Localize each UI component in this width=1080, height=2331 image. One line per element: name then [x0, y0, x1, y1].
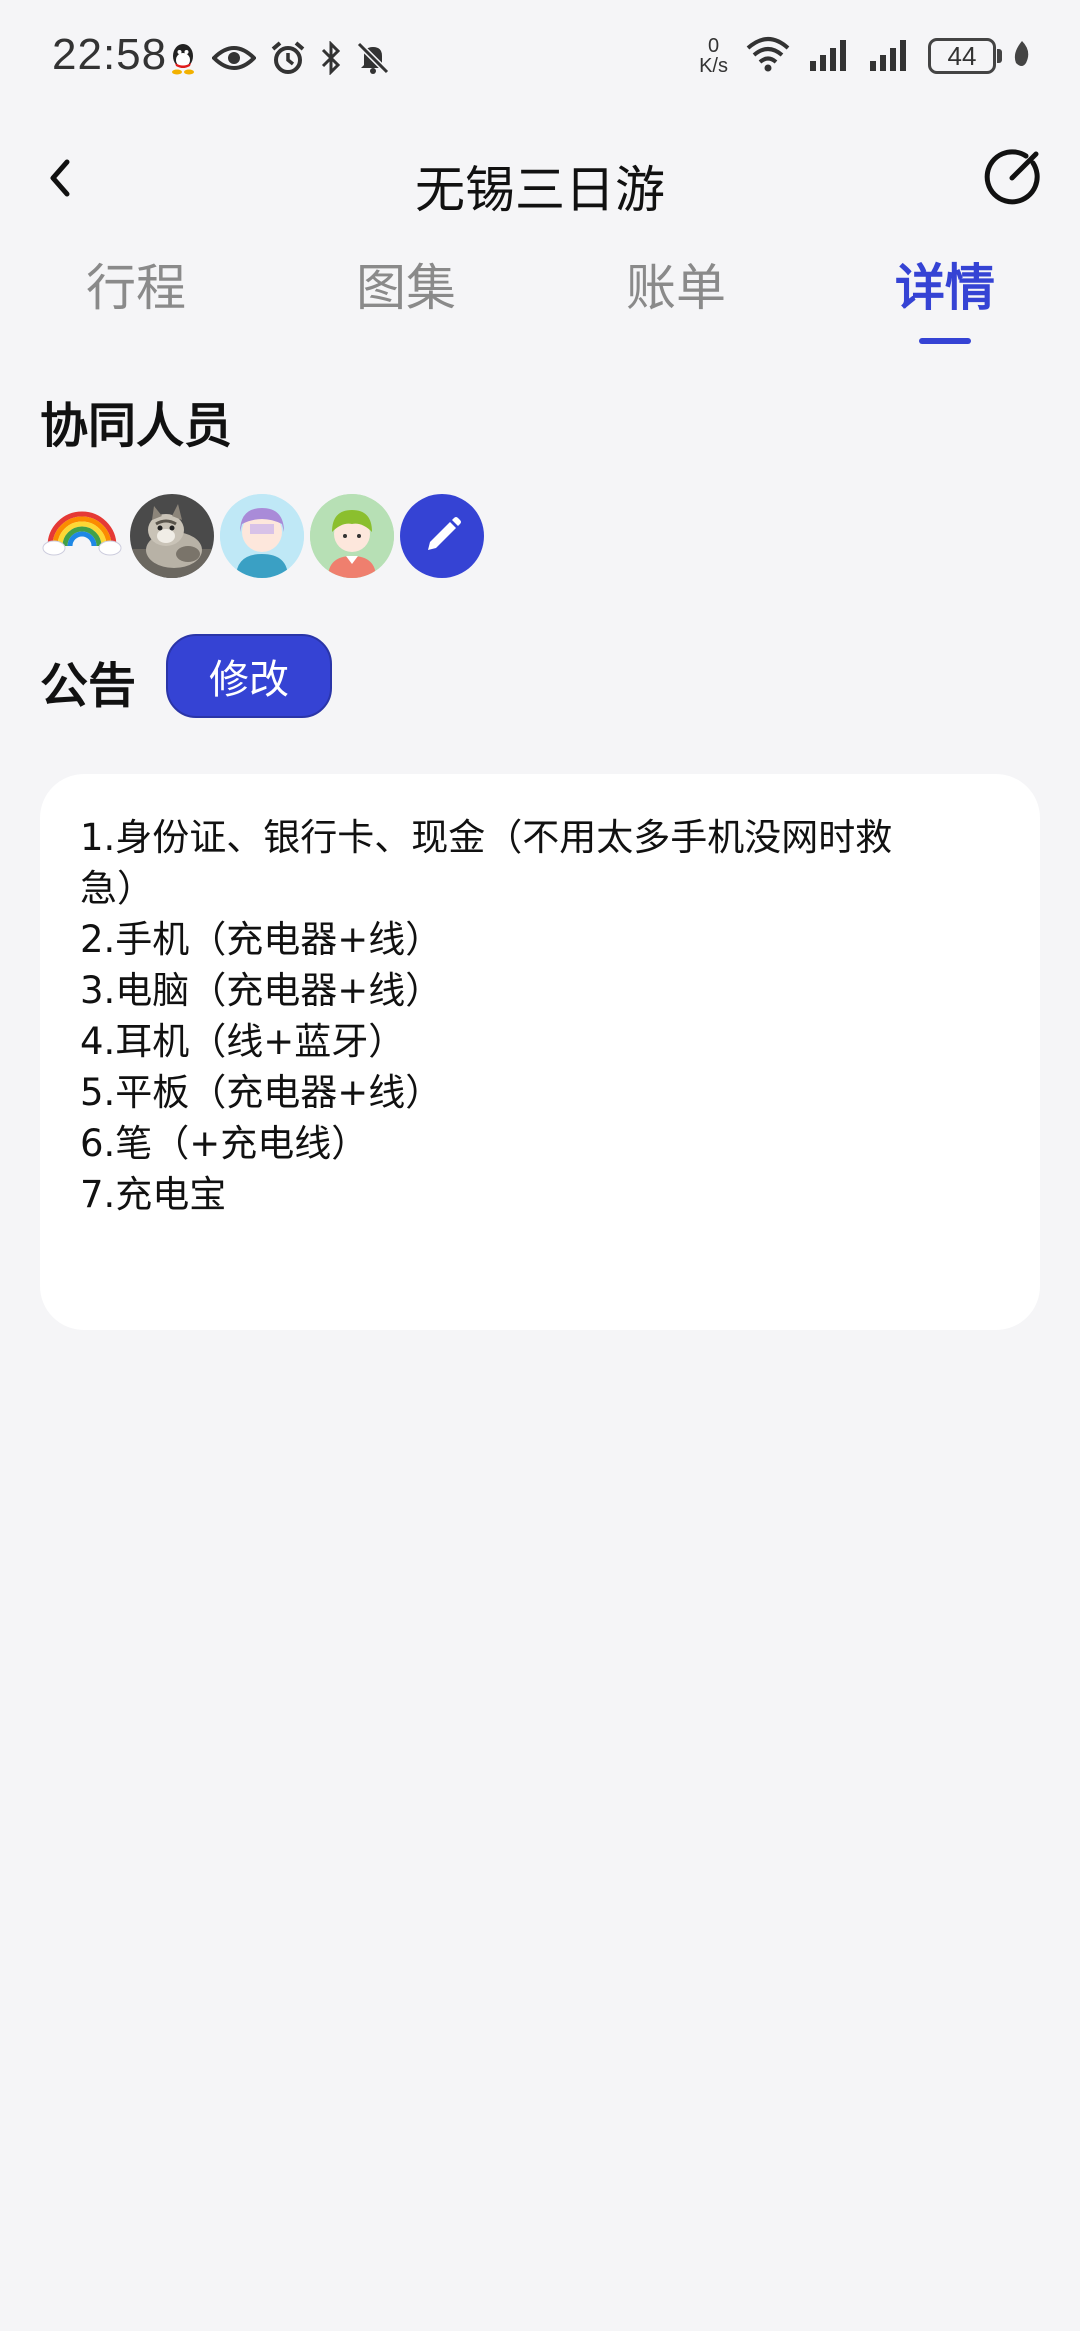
tab-bar: 行程 图集 账单 详情: [0, 240, 1080, 350]
notice-card: 1.身份证、银行卡、现金（不用太多手机没网时救 急） 2.手机（充电器+线） 3…: [40, 774, 1040, 1330]
avatar-rainbow[interactable]: [40, 494, 124, 578]
collaborator-avatars: [40, 494, 484, 578]
alarm-icon: [270, 40, 306, 76]
avatar-purple-hair[interactable]: [220, 494, 304, 578]
edit-circle-icon: [982, 149, 1044, 212]
avatar-cat[interactable]: [130, 494, 214, 578]
net-speed-unit: K/s: [699, 55, 728, 77]
battery-indicator: 44: [928, 38, 1002, 74]
collaborators-title: 协同人员: [40, 398, 233, 454]
notice-title: 公告: [40, 658, 137, 714]
signal-icon-2: [868, 37, 912, 75]
page-title: 无锡三日游: [415, 161, 665, 219]
status-time: 22:58: [52, 30, 168, 79]
notice-line: 1.身份证、银行卡、现金（不用太多手机没网时救: [80, 816, 893, 859]
net-speed-value: 0: [707, 35, 720, 57]
notice-line: 6.笔（+充电线）: [80, 1122, 369, 1165]
edit-collaborators-button[interactable]: [400, 494, 484, 578]
avatar-green-hair[interactable]: [310, 494, 394, 578]
notice-line: 急）: [80, 867, 154, 910]
edit-trip-button[interactable]: [982, 146, 1044, 208]
active-tab-indicator: [919, 338, 971, 344]
notice-line: 5.平板（充电器+线）: [80, 1071, 443, 1114]
mute-bell-icon: [356, 41, 390, 75]
edit-notice-button[interactable]: 修改: [166, 634, 332, 718]
status-icons-left: [168, 40, 390, 76]
tab-details[interactable]: 详情: [895, 248, 995, 320]
notice-line: 7.充电宝: [80, 1173, 227, 1216]
net-speed: 0 K/s: [699, 36, 728, 76]
tab-gallery[interactable]: 图集: [356, 248, 456, 320]
notice-line: 2.手机（充电器+线）: [80, 918, 443, 961]
bluetooth-icon: [320, 41, 342, 75]
pencil-icon: [420, 514, 464, 558]
battery-level: 44: [947, 40, 977, 71]
tab-itinerary[interactable]: 行程: [86, 248, 186, 320]
notice-line: 4.耳机（线+蓝牙）: [80, 1020, 406, 1063]
signal-icon-1: [808, 37, 852, 75]
status-bar: 22:58 0 K/s 44: [0, 0, 1080, 120]
leaf-icon: [1012, 39, 1032, 73]
eye-icon: [212, 44, 256, 72]
tab-bills[interactable]: 账单: [626, 248, 726, 320]
status-icons-right: 0 K/s 44: [699, 36, 1032, 76]
header: 无锡三日游: [0, 130, 1080, 230]
wifi-icon: [744, 36, 792, 76]
notice-line: 3.电脑（充电器+线）: [80, 969, 443, 1012]
qq-icon: [168, 41, 198, 75]
